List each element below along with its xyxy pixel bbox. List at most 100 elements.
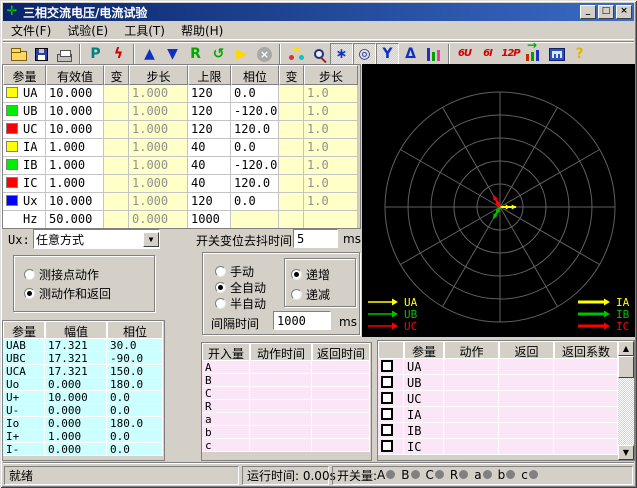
value-cell[interactable]: 1.0	[304, 103, 358, 121]
value-cell[interactable]	[104, 175, 129, 193]
table-row[interactable]: IC1.0001.00040120.01.0	[3, 175, 360, 193]
value-cell[interactable]: 1.000	[46, 175, 104, 193]
radio-icon[interactable]	[291, 289, 302, 300]
value-cell[interactable]: 10.000	[46, 193, 104, 211]
radio-icon[interactable]	[24, 288, 35, 299]
step-down-button[interactable]: ▼	[161, 43, 184, 65]
value-cell[interactable]	[279, 121, 304, 139]
value-cell[interactable]	[279, 139, 304, 157]
value-cell[interactable]: 120.0	[231, 121, 279, 139]
bar-display-button[interactable]	[422, 43, 445, 65]
six-u-button[interactable]: 6U	[453, 43, 476, 65]
radio-test-mode-1[interactable]: 测动作和返回	[24, 285, 111, 302]
table-row[interactable]: IB	[378, 423, 634, 439]
print-button[interactable]	[53, 43, 76, 65]
menu-item-2[interactable]: 工具(T)	[116, 20, 173, 41]
value-cell[interactable]: 0.0	[231, 85, 279, 103]
value-cell[interactable]	[279, 211, 304, 229]
value-cell[interactable]: 10.000	[46, 85, 104, 103]
radio-icon[interactable]	[24, 269, 35, 280]
chevron-down-icon[interactable]: ▼	[143, 232, 159, 247]
value-cell[interactable]	[231, 211, 279, 229]
value-cell[interactable]: 120.0	[231, 175, 279, 193]
debounce-input[interactable]	[293, 229, 338, 248]
table-row[interactable]: Ux10.0001.0001200.01.0	[3, 193, 360, 211]
value-cell[interactable]: -120.0	[231, 157, 279, 175]
menu-item-3[interactable]: 帮助(H)	[173, 20, 231, 41]
value-cell[interactable]	[279, 157, 304, 175]
maximize-button[interactable]: □	[598, 5, 614, 19]
reset-button[interactable]: R	[184, 43, 207, 65]
value-cell[interactable]	[104, 121, 129, 139]
value-cell[interactable]: 1.000	[46, 139, 104, 157]
table-row[interactable]: IA1.0001.000400.01.0	[3, 139, 360, 157]
radio-auto-1[interactable]: 全自动	[215, 279, 266, 296]
value-cell[interactable]: 1.0	[304, 85, 358, 103]
table-row[interactable]: IC	[378, 439, 634, 455]
checkbox-cell[interactable]	[378, 375, 404, 391]
pause-button[interactable]: P	[84, 43, 107, 65]
radio-icon[interactable]	[215, 298, 226, 309]
open-button[interactable]	[7, 43, 30, 65]
value-cell[interactable]: 1.0	[304, 175, 358, 193]
value-cell[interactable]: 120	[188, 193, 231, 211]
value-cell[interactable]: 40	[188, 157, 231, 175]
table-row[interactable]: UB10.0001.000120-120.01.0	[3, 103, 360, 121]
radio-auto-0[interactable]: 手动	[215, 263, 254, 280]
scroll-thumb[interactable]	[618, 356, 634, 378]
value-cell[interactable]: 120	[188, 121, 231, 139]
value-cell[interactable]	[279, 193, 304, 211]
value-cell[interactable]: 40	[188, 139, 231, 157]
scroll-up-icon[interactable]: ▲	[618, 341, 634, 356]
minimize-button[interactable]: _	[580, 5, 596, 19]
twelve-p-button[interactable]: 12P	[499, 43, 522, 65]
value-cell[interactable]: 1.000	[46, 157, 104, 175]
value-cell[interactable]: 1.000	[129, 85, 188, 103]
value-cell[interactable]: 1.000	[129, 103, 188, 121]
value-cell[interactable]: 0.0	[231, 139, 279, 157]
value-cell[interactable]: 40	[188, 175, 231, 193]
value-cell[interactable]: 10.000	[46, 103, 104, 121]
value-cell[interactable]	[104, 211, 129, 229]
value-cell[interactable]	[104, 139, 129, 157]
table-row[interactable]: UC	[378, 391, 634, 407]
step-up-button[interactable]: ▲	[138, 43, 161, 65]
value-cell[interactable]	[279, 175, 304, 193]
undo-button[interactable]: ↺	[207, 43, 230, 65]
value-cell[interactable]: 1.0	[304, 157, 358, 175]
output-bars-button[interactable]	[522, 43, 545, 65]
radio-direction-1[interactable]: 递减	[291, 286, 330, 303]
result-table[interactable]: 参量动作返回返回系数UAUBUCIAIBIC ▲ ▼	[377, 340, 635, 461]
scroll-down-icon[interactable]: ▼	[618, 445, 634, 460]
calculator-button[interactable]	[545, 43, 568, 65]
result-table-scrollbar[interactable]: ▲ ▼	[618, 341, 634, 460]
table-row[interactable]: UB	[378, 375, 634, 391]
value-cell[interactable]	[104, 157, 129, 175]
six-i-button[interactable]: 6I	[476, 43, 499, 65]
radio-icon[interactable]	[215, 282, 226, 293]
checkbox-cell[interactable]	[378, 359, 404, 375]
value-cell[interactable]: 10.000	[46, 121, 104, 139]
parameter-table[interactable]: 参量有效值变步长上限相位变步长UA10.0001.0001200.01.0UB1…	[2, 64, 361, 229]
radio-test-mode-0[interactable]: 测接点动作	[24, 266, 99, 283]
value-cell[interactable]: 1.000	[129, 139, 188, 157]
value-cell[interactable]: 1.0	[304, 193, 358, 211]
wye-display-button[interactable]: Y	[376, 43, 399, 65]
checkbox-cell[interactable]	[378, 423, 404, 439]
checkbox[interactable]	[381, 424, 393, 436]
polar-display-button[interactable]: ◎	[353, 43, 376, 65]
radio-direction-0[interactable]: 递增	[291, 266, 330, 283]
ray-display-button[interactable]: ∗	[330, 43, 353, 65]
close-button[interactable]: ×	[616, 5, 632, 19]
zoom-button[interactable]	[307, 43, 330, 65]
checkbox-cell[interactable]	[378, 391, 404, 407]
menu-item-0[interactable]: 文件(F)	[3, 20, 59, 41]
table-row[interactable]: UA10.0001.0001200.01.0	[3, 85, 360, 103]
interval-input[interactable]	[273, 311, 331, 330]
table-row[interactable]: IA	[378, 407, 634, 423]
value-cell[interactable]: 1.000	[129, 175, 188, 193]
start-button[interactable]: ▶	[230, 43, 253, 65]
help-button[interactable]: ?	[568, 43, 591, 65]
value-cell[interactable]: 0.000	[129, 211, 188, 229]
radio-icon[interactable]	[215, 266, 226, 277]
